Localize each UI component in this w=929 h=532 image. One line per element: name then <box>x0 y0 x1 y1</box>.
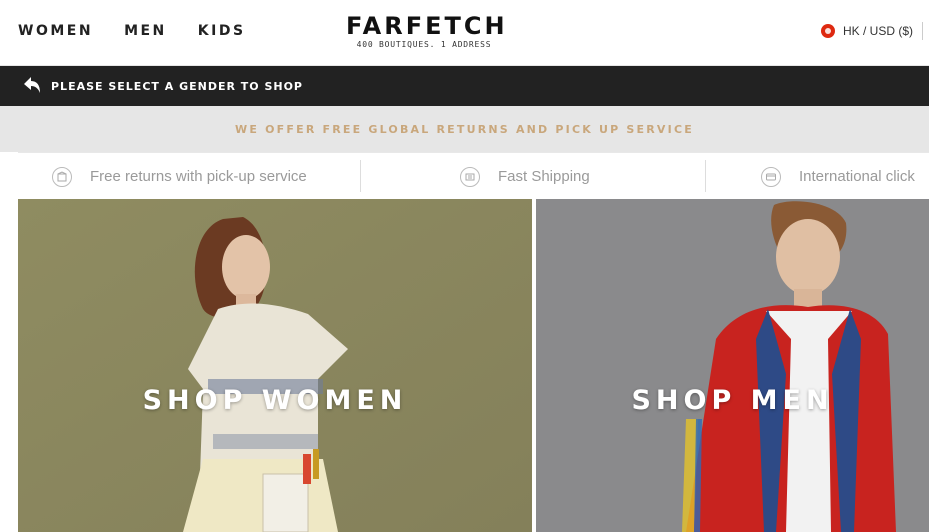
service-divider <box>360 160 361 192</box>
site-header: WOMEN MEN KIDS FARFETCH 400 BOUTIQUES. 1… <box>0 0 929 66</box>
service-label: Free returns with pick-up service <box>90 168 307 185</box>
nav-women-link[interactable]: WOMEN <box>18 23 93 39</box>
shop-women-panel[interactable]: SHOP WOMEN <box>18 199 532 532</box>
region-label: HK / USD ($) <box>842 24 913 38</box>
nav-men-link[interactable]: MEN <box>124 23 167 39</box>
arrow-up-left-icon <box>21 75 43 97</box>
service-international-click[interactable]: International click <box>761 153 915 200</box>
logo-tagline: 400 BOUTIQUES. 1 ADDRESS <box>356 40 492 49</box>
shop-men-panel[interactable]: SHOP MEN <box>536 199 929 532</box>
service-divider <box>705 160 706 192</box>
gender-bar-text: PLEASE SELECT A GENDER TO SHOP <box>51 79 303 93</box>
service-strip: Free returns with pick-up service Fast S… <box>18 152 929 200</box>
promo-text: WE OFFER FREE GLOBAL RETURNS AND PICK UP… <box>235 122 694 136</box>
service-fast-shipping[interactable]: Fast Shipping <box>460 153 590 200</box>
women-model-image <box>18 199 532 532</box>
gender-nav: WOMEN MEN KIDS <box>18 23 246 39</box>
farfetch-logo[interactable]: FARFETCH 400 BOUTIQUES. 1 ADDRESS <box>346 12 508 49</box>
service-label: Fast Shipping <box>498 168 590 185</box>
nav-kids-link[interactable]: KIDS <box>198 23 246 39</box>
men-model-image <box>536 199 929 532</box>
delivery-icon <box>460 166 480 187</box>
gender-select-bar: PLEASE SELECT A GENDER TO SHOP <box>0 66 929 106</box>
region-selector[interactable]: HK / USD ($) <box>820 22 923 40</box>
hong-kong-flag-icon <box>820 24 835 38</box>
shop-women-label: SHOP WOMEN <box>142 385 408 416</box>
box-icon <box>52 166 72 187</box>
service-label: International click <box>799 168 915 185</box>
region-divider <box>922 22 923 40</box>
card-icon <box>761 166 781 187</box>
promo-banner[interactable]: WE OFFER FREE GLOBAL RETURNS AND PICK UP… <box>0 106 929 152</box>
logo-wordmark: FARFETCH <box>346 12 508 40</box>
service-free-returns[interactable]: Free returns with pick-up service <box>52 153 307 200</box>
shop-men-label: SHOP MEN <box>631 385 834 416</box>
